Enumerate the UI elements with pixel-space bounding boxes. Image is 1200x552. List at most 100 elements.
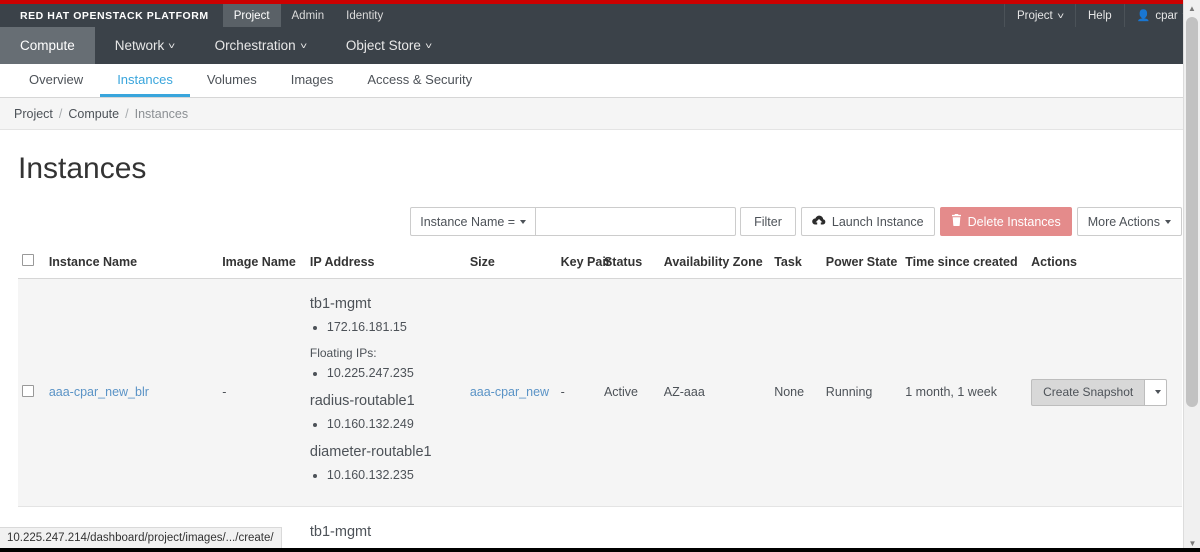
cell-actions: Create Snapshot xyxy=(1027,278,1182,507)
table-toolbar: Instance Name = Filter Launch Instance D… xyxy=(18,207,1182,236)
cell-status xyxy=(599,506,660,551)
masthead-help-link[interactable]: Help xyxy=(1075,4,1124,27)
column-header-image-name[interactable]: Image Name xyxy=(218,248,306,279)
filter-field-select[interactable]: Instance Name = xyxy=(410,207,537,236)
masthead-tab-identity[interactable]: Identity xyxy=(335,4,394,27)
cell-power-state: Running xyxy=(821,278,902,507)
select-all-checkbox[interactable] xyxy=(22,254,34,266)
nav-item-network-label: Network xyxy=(114,38,165,53)
column-header-ip-address[interactable]: IP Address xyxy=(305,248,466,279)
cell-task xyxy=(770,506,822,551)
ip-address-block: tb1-mgmt xyxy=(310,511,462,543)
cell-status: Active xyxy=(599,278,660,507)
status-bar: 10.225.247.214/dashboard/project/images/… xyxy=(0,527,282,548)
nav-item-object-store[interactable]: Object Store ˅ xyxy=(326,27,451,64)
flavor-link[interactable]: aaa-cpar_new xyxy=(470,385,549,399)
cell-size: aaa-cpar_new xyxy=(465,278,557,507)
user-icon: 👤 xyxy=(1136,10,1151,22)
row-checkbox[interactable] xyxy=(22,384,34,397)
column-header-actions: Actions xyxy=(1027,248,1182,279)
caret-down-icon xyxy=(1155,390,1162,395)
floating-ips-label: Floating IPs: xyxy=(309,346,377,361)
instances-table: Instance Name Image Name IP Address Size… xyxy=(18,248,1182,551)
page-title: Instances xyxy=(18,152,147,185)
instance-name-link[interactable]: aaa-cpar_new_blr xyxy=(49,385,149,399)
network-name: radius-routable1 xyxy=(309,392,415,409)
cell-key-pair xyxy=(556,506,600,551)
network-ip-list: 10.160.132.249 xyxy=(310,414,462,435)
trash-icon xyxy=(951,214,962,229)
delete-instances-label: Delete Instances xyxy=(967,214,1061,229)
nav-item-orchestration-label: Orchestration xyxy=(214,38,296,53)
column-header-instance-name[interactable]: Instance Name xyxy=(44,248,219,279)
column-header-task[interactable]: Task xyxy=(770,248,822,279)
ip-item: 10.160.132.249 xyxy=(327,414,462,435)
tab-images[interactable]: Images xyxy=(274,64,351,97)
more-actions-button[interactable]: More Actions xyxy=(1076,207,1182,236)
network-ip-list: 10.160.132.235 xyxy=(310,465,462,486)
create-snapshot-button[interactable]: Create Snapshot xyxy=(1031,378,1146,406)
floating-ip-list: 10.225.247.235 xyxy=(310,363,462,384)
cell-availability-zone xyxy=(659,506,771,551)
cell-task: None xyxy=(770,278,822,507)
column-header-availability-zone[interactable]: Availability Zone xyxy=(659,248,771,279)
masthead-tab-admin[interactable]: Admin xyxy=(281,4,336,27)
cell-key-pair: - xyxy=(556,278,600,507)
ip-item: 10.160.132.235 xyxy=(327,465,462,486)
vertical-scrollbar[interactable]: ▲ ▼ xyxy=(1183,0,1200,552)
column-header-size[interactable]: Size xyxy=(465,248,557,279)
cell-availability-zone: AZ-aaa xyxy=(659,278,771,507)
breadcrumb-item-instances: Instances xyxy=(134,106,189,121)
more-actions-label: More Actions xyxy=(1087,214,1160,229)
table-header-row: Instance Name Image Name IP Address Size… xyxy=(18,248,1182,279)
scroll-up-arrow-icon[interactable]: ▲ xyxy=(1184,0,1200,17)
network-ip-list: 172.16.181.15 xyxy=(310,317,462,338)
ip-item: 172.16.181.15 xyxy=(327,317,462,338)
masthead-project-menu[interactable]: Project ˅ xyxy=(1003,4,1075,27)
brand-logo: RED HAT OPENSTACK PLATFORM xyxy=(20,9,209,22)
launch-instance-button[interactable]: Launch Instance xyxy=(800,207,935,236)
status-bar-url: 10.225.247.214/dashboard/project/images/… xyxy=(7,532,274,544)
nav-item-compute[interactable]: Compute xyxy=(0,27,95,64)
tab-overview[interactable]: Overview xyxy=(12,64,100,97)
cell-image-name: - xyxy=(218,278,306,507)
column-header-status[interactable]: Status xyxy=(599,248,660,279)
breadcrumb-item-project[interactable]: Project xyxy=(14,107,53,121)
cell-instance-name: aaa-cpar_new_blr xyxy=(44,278,219,507)
breadcrumb-separator: / xyxy=(58,106,63,121)
column-header-key-pair[interactable]: Key Pair xyxy=(556,248,611,279)
column-header-power-state[interactable]: Power State xyxy=(821,248,902,279)
tab-instances[interactable]: Instances xyxy=(100,64,190,97)
masthead-right: Project˅ Help 👤 cpar ˅ xyxy=(1003,4,1200,27)
table-row: aaa-cpar_new_blr - tb1-mgmt 172.16.181.1… xyxy=(18,278,1182,507)
nav-item-network[interactable]: Network ˅ xyxy=(95,27,195,64)
scrollbar-thumb[interactable] xyxy=(1186,17,1198,407)
filter-button[interactable]: Filter xyxy=(740,207,796,236)
cell-time-since-created: 1 month, 1 week xyxy=(901,278,1028,507)
search-input[interactable] xyxy=(536,207,737,236)
row-actions-dropdown-toggle[interactable] xyxy=(1145,378,1168,406)
cloud-upload-icon xyxy=(812,215,826,229)
cell-power-state xyxy=(821,506,902,551)
tab-access-and-security[interactable]: Access & Security xyxy=(350,64,489,97)
cell-actions xyxy=(1027,506,1182,551)
column-header-time-since-created[interactable]: Time since created xyxy=(901,248,1028,279)
breadcrumb: Project / Compute / Instances xyxy=(0,98,1200,130)
delete-instances-button[interactable]: Delete Instances xyxy=(939,207,1072,236)
tab-volumes[interactable]: Volumes xyxy=(190,64,274,97)
nav-item-object-store-label: Object Store xyxy=(345,38,421,53)
nav-item-orchestration[interactable]: Orchestration ˅ xyxy=(195,27,326,64)
masthead-tab-project[interactable]: Project xyxy=(222,4,281,27)
masthead-tabs: Project Admin Identity xyxy=(222,4,394,27)
window-bottom-edge xyxy=(0,548,1200,552)
caret-down-icon xyxy=(520,219,527,224)
launch-instance-label: Launch Instance xyxy=(831,214,924,229)
breadcrumb-item-compute[interactable]: Compute xyxy=(68,107,119,121)
cell-ip-address: tb1-mgmt xyxy=(305,506,466,551)
masthead-project-label: Project xyxy=(1016,9,1053,22)
page-content: Instances Instance Name = Filter Launch … xyxy=(0,152,1200,551)
cell-ip-address: tb1-mgmt 172.16.181.15 Floating IPs: 10.… xyxy=(305,278,466,507)
select-all-header xyxy=(18,248,45,279)
ip-item: 10.225.247.235 xyxy=(327,363,462,384)
filter-field-label: Instance Name = xyxy=(420,214,516,229)
